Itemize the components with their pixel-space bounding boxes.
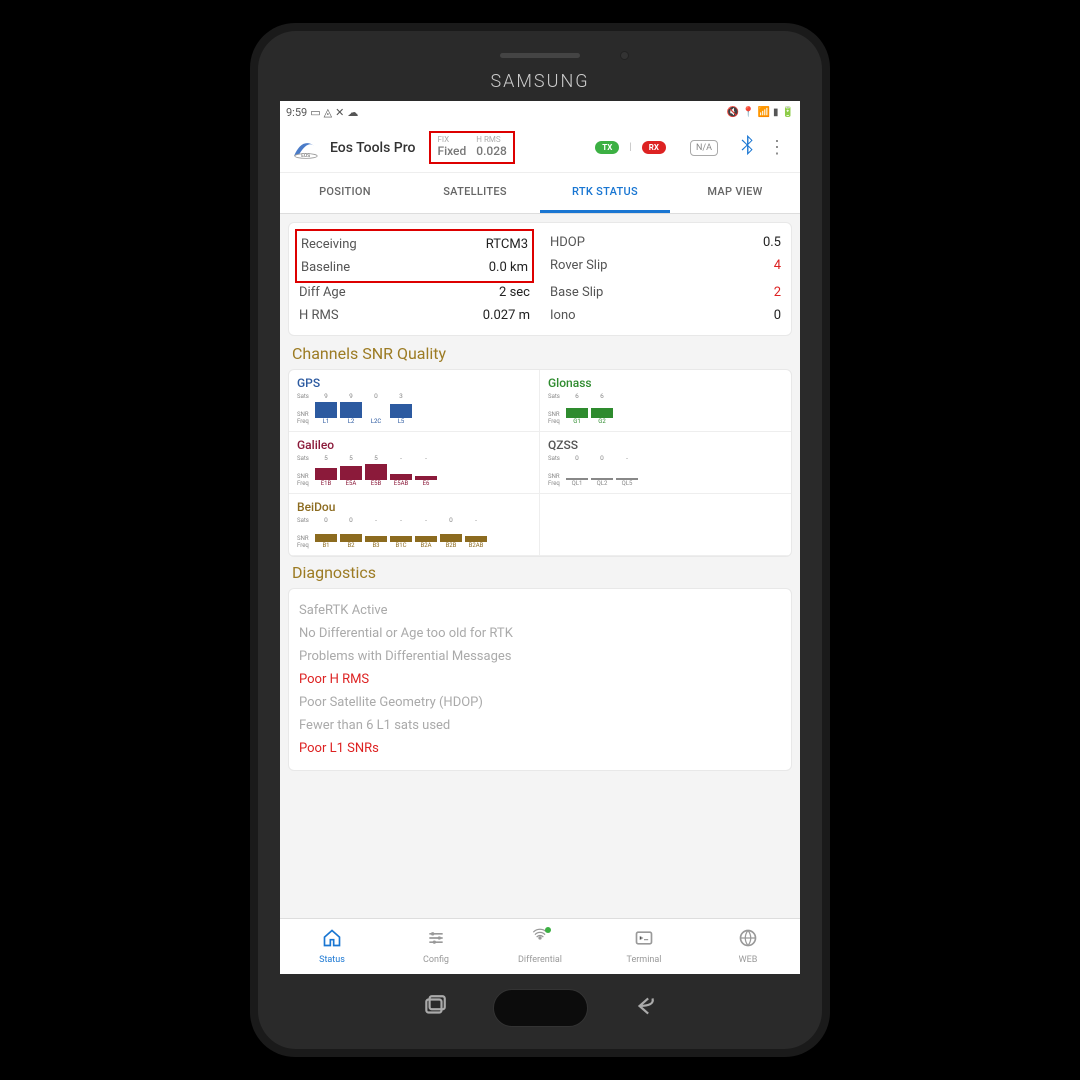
- snr-grid: GPSSats9903SNRFreqL1L2L2CL5GlonassSats66…: [288, 369, 792, 557]
- tab-rtk-status[interactable]: RTK STATUS: [540, 173, 670, 213]
- nav-web[interactable]: WEB: [696, 919, 800, 974]
- snr-title-glonass: Glonass: [548, 376, 783, 390]
- wifi-icon: 📶: [758, 107, 770, 118]
- nav-label: Terminal: [627, 955, 662, 965]
- diagnostics-card: SafeRTK ActiveNo Differential or Age too…: [288, 588, 792, 771]
- kv-hdop: HDOP0.5: [548, 231, 783, 254]
- nav-label: Differential: [518, 955, 562, 965]
- device-brand: SAMSUNG: [258, 71, 822, 92]
- diagnostic-line: Fewer than 6 L1 sats used: [299, 714, 781, 737]
- snr-title-galileo: Galileo: [297, 438, 531, 452]
- rx-pill: RX: [642, 141, 666, 154]
- diagnostic-line: Problems with Differential Messages: [299, 645, 781, 668]
- front-camera: [620, 51, 629, 60]
- home-icon: [322, 928, 342, 953]
- hrms-label: H RMS: [476, 135, 500, 144]
- nav-config[interactable]: Config: [384, 919, 488, 974]
- bluetooth-icon[interactable]: [740, 134, 756, 162]
- diagnostic-line: No Differential or Age too old for RTK: [299, 622, 781, 645]
- battery-icon: 🔋: [782, 107, 794, 118]
- fix-label: FIX: [437, 135, 449, 144]
- fix-value: Fixed: [437, 144, 466, 158]
- recent-apps-button[interactable]: [422, 993, 448, 1023]
- hardware-buttons: [258, 989, 822, 1027]
- location-icon: 📍: [742, 107, 754, 118]
- kv-baseslip: Base Slip2: [548, 281, 783, 304]
- tx-pill: TX: [595, 141, 619, 154]
- app-logo-icon: EOS: [290, 136, 322, 160]
- app-title: Eos Tools Pro: [330, 140, 415, 156]
- snr-cell-glonass: GlonassSats66SNRFreqG1G2: [540, 370, 791, 432]
- notif-icon: ✕: [335, 106, 344, 119]
- kv-iono: Iono0: [548, 304, 783, 327]
- nav-label: Status: [319, 955, 345, 965]
- diagnostic-line: Poor H RMS: [299, 668, 781, 691]
- rtk-highlight-box: ReceivingRTCM3 Baseline0.0 km: [295, 229, 534, 283]
- kv-hrms: H RMS0.027 m: [297, 304, 532, 327]
- svg-text:EOS: EOS: [301, 152, 310, 158]
- kv-diffage: Diff Age2 sec: [297, 281, 532, 304]
- snr-cell-qzss: QZSSSats00-SNRFreqQL1QL2QL5: [540, 432, 791, 494]
- speaker-grille: [500, 53, 580, 58]
- snr-cell-gps: GPSSats9903SNRFreqL1L2L2CL5: [289, 370, 540, 432]
- cloud-icon: ☁: [347, 106, 358, 119]
- sliders-icon: [426, 928, 446, 953]
- nav-active-dot: [545, 927, 551, 933]
- diagnostic-line: Poor Satellite Geometry (HDOP): [299, 691, 781, 714]
- snr-cell-empty: [540, 494, 791, 556]
- diagnostics-title: Diagnostics: [292, 563, 788, 582]
- snr-title-gps: GPS: [297, 376, 531, 390]
- tab-satellites[interactable]: SATELLITES: [410, 173, 540, 213]
- tab-map-view[interactable]: MAP VIEW: [670, 173, 800, 213]
- rtk-status-card: ReceivingRTCM3 Baseline0.0 km HDOP0.5 Ro…: [288, 222, 792, 336]
- snr-cell-beidou: BeiDouSats00---0-SNRFreqB1B2B3B1CB2AB2BB…: [289, 494, 540, 556]
- kv-roverslip: Rover Slip4: [548, 254, 783, 277]
- snr-title-beidou: BeiDou: [297, 500, 531, 514]
- terminal-icon: [634, 928, 654, 953]
- mute-icon: 🔇: [727, 107, 739, 118]
- tab-position[interactable]: POSITION: [280, 173, 410, 213]
- diagnostic-line: Poor L1 SNRs: [299, 737, 781, 760]
- nav-label: WEB: [739, 955, 758, 965]
- notif-icon: ▭: [310, 106, 320, 119]
- diagnostic-line: SafeRTK Active: [299, 599, 781, 622]
- kv-receiving: ReceivingRTCM3: [299, 233, 530, 256]
- nav-differential[interactable]: Differential: [488, 919, 592, 974]
- signal-icon: ▮: [773, 107, 779, 118]
- kv-baseline: Baseline0.0 km: [299, 256, 530, 279]
- globe-icon: [738, 928, 758, 953]
- snr-cell-galileo: GalileoSats555--SNRFreqE1BE5AE5BE5ABE6: [289, 432, 540, 494]
- content-area[interactable]: ReceivingRTCM3 Baseline0.0 km HDOP0.5 Ro…: [280, 214, 800, 918]
- notif-icon: ◬: [324, 106, 332, 119]
- na-indicator: N/A: [690, 140, 718, 156]
- snr-title-qzss: QZSS: [548, 438, 783, 452]
- fix-status-box: FIX Fixed H RMS 0.028: [429, 131, 514, 164]
- nav-label: Config: [423, 955, 449, 965]
- tablet-bezel: SAMSUNG 9:59 ▭ ◬ ✕ ☁ 🔇 📍 📶 ▮ 🔋: [258, 31, 822, 1049]
- nav-terminal[interactable]: Terminal: [592, 919, 696, 974]
- tablet-frame: SAMSUNG 9:59 ▭ ◬ ✕ ☁ 🔇 📍 📶 ▮ 🔋: [250, 23, 830, 1057]
- android-statusbar: 9:59 ▭ ◬ ✕ ☁ 🔇 📍 📶 ▮ 🔋: [280, 101, 800, 123]
- back-button[interactable]: [633, 993, 659, 1023]
- app-header: EOS Eos Tools Pro FIX Fixed H RMS 0.028 …: [280, 123, 800, 173]
- hrms-value: 0.028: [476, 144, 507, 158]
- screen: 9:59 ▭ ◬ ✕ ☁ 🔇 📍 📶 ▮ 🔋 EOS: [280, 101, 800, 974]
- tab-bar: POSITION SATELLITES RTK STATUS MAP VIEW: [280, 173, 800, 214]
- snr-section-title: Channels SNR Quality: [292, 344, 788, 363]
- nav-status[interactable]: Status: [280, 919, 384, 974]
- bottom-nav: Status Config Differential Terminal WEB: [280, 918, 800, 974]
- overflow-menu-icon[interactable]: ⋮: [764, 137, 790, 158]
- home-button[interactable]: [493, 989, 588, 1027]
- status-time: 9:59: [286, 106, 307, 119]
